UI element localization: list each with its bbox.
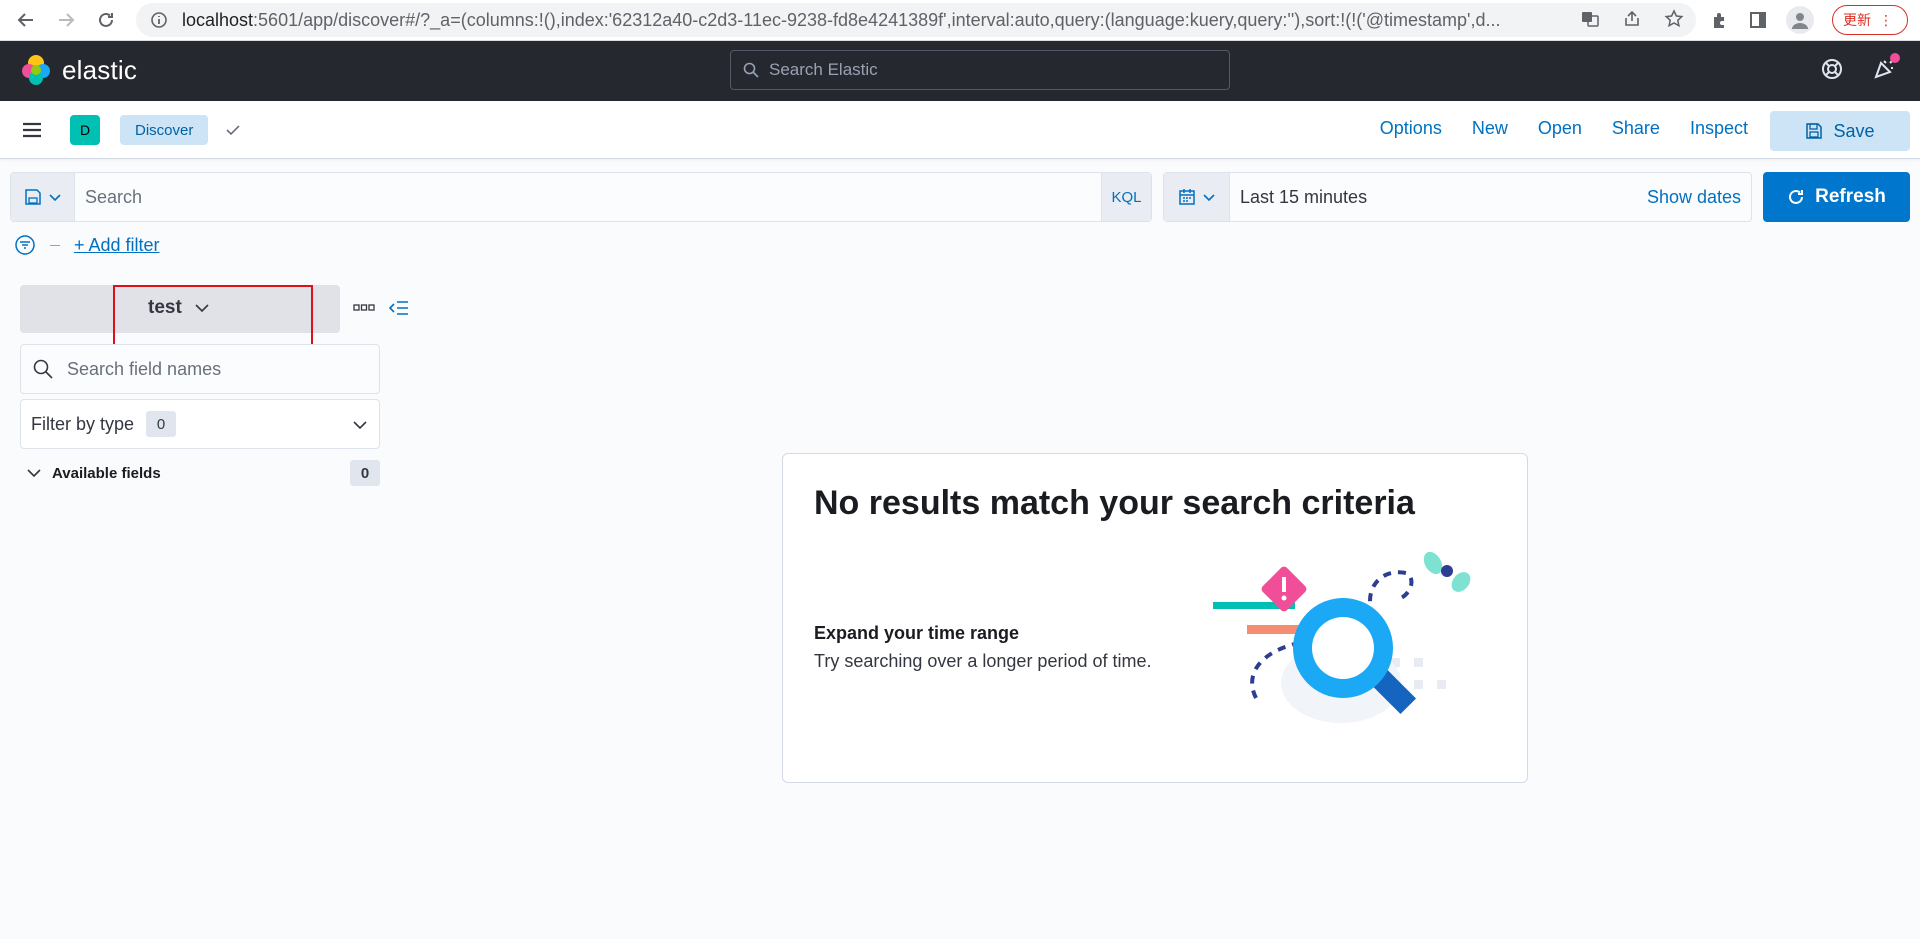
date-picker: Last 15 minutes Show dates bbox=[1163, 172, 1752, 222]
global-search-input[interactable]: Search Elastic bbox=[730, 50, 1230, 90]
no-results-panel: No results match your search criteria Ex… bbox=[782, 453, 1528, 783]
header-actions bbox=[1820, 53, 1900, 81]
no-results-illustration bbox=[1213, 551, 1471, 723]
no-results-title: No results match your search criteria bbox=[814, 484, 1415, 522]
available-fields-count: 0 bbox=[350, 460, 380, 486]
app-bar: D Discover Options New Open Share Inspec… bbox=[0, 101, 1920, 159]
new-link[interactable]: New bbox=[1472, 118, 1508, 139]
chevron-down-icon bbox=[48, 194, 61, 202]
field-search-placeholder: Search field names bbox=[67, 358, 222, 379]
save-label: Save bbox=[1833, 120, 1875, 141]
menu-hamburger-icon[interactable] bbox=[20, 118, 44, 142]
filter-menu-icon[interactable] bbox=[14, 234, 36, 256]
options-link[interactable]: Options bbox=[1380, 118, 1442, 139]
search-icon bbox=[33, 359, 53, 379]
forward-icon[interactable] bbox=[52, 6, 80, 34]
refresh-label: Refresh bbox=[1815, 186, 1886, 207]
more-vert-icon: ⋮ bbox=[1879, 11, 1893, 28]
update-label: 更新 bbox=[1843, 12, 1871, 28]
save-icon bbox=[1806, 123, 1823, 139]
kql-toggle-button[interactable]: KQL bbox=[1101, 173, 1151, 221]
share-icon[interactable] bbox=[1622, 9, 1642, 29]
date-range-label[interactable]: Last 15 minutes bbox=[1230, 187, 1647, 208]
filter-by-type-label: Filter by type bbox=[31, 413, 135, 434]
annotation-highlight-box bbox=[113, 285, 313, 353]
browser-right-controls: 更新 ⋮ bbox=[1710, 5, 1908, 35]
no-results-subtitle: Expand your time range bbox=[814, 623, 1020, 643]
refresh-icon bbox=[1789, 189, 1804, 204]
saved-query-button[interactable] bbox=[11, 173, 75, 221]
site-info-icon[interactable] bbox=[150, 11, 168, 29]
url-text[interactable]: localhost:5601/app/discover#/?_a=(column… bbox=[182, 10, 1572, 31]
filter-by-type-count: 0 bbox=[146, 411, 177, 437]
more-options-icon[interactable] bbox=[353, 303, 375, 313]
collapse-sidebar-icon[interactable] bbox=[389, 300, 409, 316]
global-search-placeholder: Search Elastic bbox=[769, 60, 878, 79]
filter-bar: + Add filter bbox=[14, 234, 160, 256]
filter-by-type-button[interactable]: Filter by type 0 bbox=[20, 399, 380, 449]
share-link[interactable]: Share bbox=[1612, 118, 1660, 139]
available-fields-label: Available fields bbox=[52, 464, 161, 482]
address-bar-actions bbox=[1580, 9, 1684, 29]
available-fields-section[interactable]: Available fields 0 bbox=[26, 460, 380, 486]
butterfly-icon bbox=[1423, 551, 1471, 592]
filter-divider bbox=[50, 244, 60, 246]
calendar-icon bbox=[1178, 189, 1195, 205]
browser-update-button[interactable]: 更新 ⋮ bbox=[1832, 5, 1908, 35]
profile-avatar-icon[interactable] bbox=[1786, 6, 1814, 34]
space-avatar[interactable]: D bbox=[70, 115, 100, 145]
side-panel-icon[interactable] bbox=[1748, 10, 1768, 30]
quick-menu-button[interactable] bbox=[1164, 173, 1230, 221]
elastic-logo[interactable]: elastic bbox=[20, 54, 137, 86]
show-dates-link[interactable]: Show dates bbox=[1647, 187, 1741, 208]
news-feed-icon[interactable] bbox=[1872, 53, 1900, 81]
breadcrumb-discover[interactable]: Discover bbox=[120, 115, 209, 145]
reload-icon[interactable] bbox=[92, 6, 120, 34]
search-icon bbox=[743, 62, 759, 78]
save-button[interactable]: Save bbox=[1770, 111, 1910, 151]
help-icon[interactable] bbox=[1820, 57, 1844, 81]
elastic-header: elastic Search Elastic bbox=[0, 41, 1920, 101]
translate-icon[interactable] bbox=[1580, 9, 1600, 29]
saved-query-icon bbox=[24, 189, 41, 205]
url-host: localhost bbox=[182, 9, 254, 30]
address-bar[interactable]: localhost:5601/app/discover#/?_a=(column… bbox=[136, 3, 1696, 37]
bookmark-star-icon[interactable] bbox=[1664, 9, 1684, 29]
chevron-down-icon bbox=[353, 421, 367, 430]
browser-toolbar: localhost:5601/app/discover#/?_a=(column… bbox=[0, 0, 1920, 41]
elastic-logo-icon bbox=[22, 55, 50, 85]
extensions-icon[interactable] bbox=[1710, 10, 1730, 30]
add-filter-link[interactable]: + Add filter bbox=[74, 235, 160, 256]
open-link[interactable]: Open bbox=[1538, 118, 1582, 139]
query-search-input[interactable]: Search bbox=[75, 173, 1101, 221]
sidebar-actions bbox=[353, 300, 409, 316]
query-bar: Search KQL bbox=[10, 172, 1152, 222]
logo-text: elastic bbox=[62, 54, 138, 85]
check-icon bbox=[224, 121, 242, 139]
field-search-input[interactable]: Search field names bbox=[20, 344, 380, 394]
notification-dot bbox=[1890, 53, 1900, 63]
chevron-down-icon bbox=[1202, 194, 1215, 202]
inspect-link[interactable]: Inspect bbox=[1690, 118, 1748, 139]
url-path: :5601/app/discover#/?_a=(columns:!(),ind… bbox=[253, 9, 1501, 30]
top-nav-links: Options New Open Share Inspect bbox=[1380, 118, 1748, 139]
refresh-button[interactable]: Refresh bbox=[1763, 172, 1910, 222]
back-icon[interactable] bbox=[12, 6, 40, 34]
no-results-description: Try searching over a longer period of ti… bbox=[814, 651, 1152, 671]
chevron-down-icon bbox=[27, 469, 41, 478]
